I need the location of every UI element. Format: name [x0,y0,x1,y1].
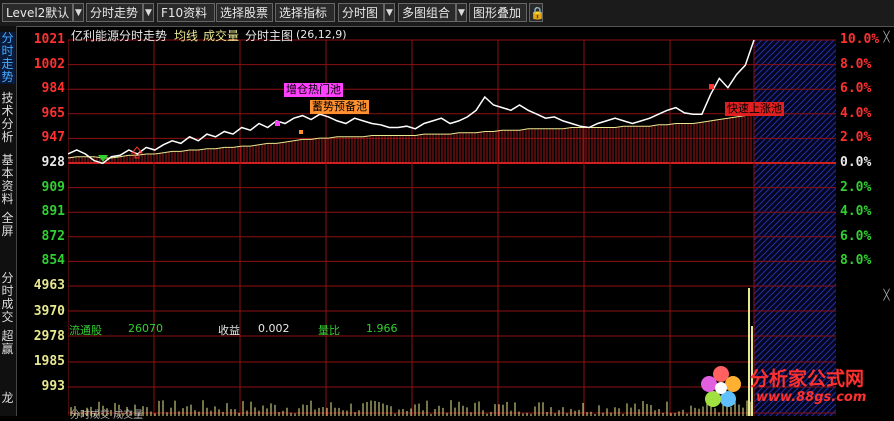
volume-tick: 4963 [33,278,65,293]
select-stock-button[interactable]: 选择股票 [216,3,273,22]
price-tick: 854 [41,253,65,268]
sidebar-tab-fullscreen[interactable]: 全屏 [0,212,15,238]
sidebar-tab-super[interactable]: 超赢 [0,330,15,356]
main-chart-params: (26,12,9) [296,28,347,41]
intraday-dropdown-arrow[interactable]: ▼ [143,3,154,22]
sidebar-tab-fundamental[interactable]: 基本资料 [0,154,15,206]
percent-tick-base: 0.0% [840,155,872,170]
percent-tick: 6.0% [840,229,872,244]
limit-pool-tag[interactable]: 快速上涨池 [725,102,784,116]
collapse-right-top-icon[interactable]: ╳ [879,32,894,44]
percent-tick: 4.0% [840,106,872,121]
toolbar: Level2默认 ▼ 分时走势 ▼ F10资料 选择股票 选择指标 分时图 ▼ … [0,0,894,27]
multi-chart-button[interactable]: 多图组合 [398,3,456,22]
percent-axis: 10.0% 8.0% 6.0% 4.0% 2.0% 0.0% 2.0% 4.0%… [836,26,894,286]
price-tick: 965 [41,106,65,121]
price-tick-base: 928 [41,155,65,170]
price-axis: 1021 1002 984 965 947 928 909 891 872 85… [16,26,68,416]
price-tick: 984 [41,81,65,96]
lock-icon[interactable]: 🔒 [529,3,545,22]
percent-tick: 2.0% [840,180,872,195]
eps-label: 收益 [218,324,240,337]
multi-dropdown-arrow[interactable]: ▼ [456,3,467,22]
price-tick: 891 [41,204,65,219]
intraday-trend-button[interactable]: 分时走势 [86,3,143,22]
percent-tick: 2.0% [840,130,872,145]
volume-tick: 2978 [33,329,65,344]
chart-dropdown-arrow[interactable]: ▼ [384,3,395,22]
collapse-right-bottom-icon[interactable]: ╳ [879,290,894,302]
level2-default-button[interactable]: Level2默认 [2,3,73,22]
reserve-pool-tag[interactable]: 蓄势预备池 [310,100,369,114]
volume-ratio-label: 量比 [318,324,340,337]
price-line [68,39,755,165]
volume-label: 成交量 [203,29,240,43]
reserve-pool-marker [299,130,303,134]
stock-title: 亿利能源分时走势 [71,29,168,43]
overlay-button[interactable]: 图形叠加 [469,3,527,22]
float-shares-label: 流通股 [69,324,102,337]
sidebar: 分时走势 技术分析 基本资料 全屏 分时成交 超赢 龙 [0,26,17,416]
sidebar-tab-trades[interactable]: 分时成交 [0,272,15,324]
watermark: 分析家公式网 www.88gs.com [694,356,894,416]
price-tick: 947 [41,130,65,145]
level2-dropdown-arrow[interactable]: ▼ [73,3,84,22]
volume-tick: 3970 [33,304,65,319]
main-chart-label: 分时主图 [245,29,294,43]
price-tick: 1021 [33,32,65,47]
price-tick: 909 [41,180,65,195]
percent-tick: 8.0% [840,57,872,72]
price-tick: 872 [41,229,65,244]
watermark-url: www.88gs.com [756,390,867,405]
price-fill-bars [69,112,752,162]
intraday-chart-button[interactable]: 分时图 [338,3,384,22]
hot-pool-tag[interactable]: 增仓热门池 [284,83,343,97]
flower-logo-icon [701,366,741,407]
volume-ratio-value: 1.966 [366,322,398,335]
limit-pool-marker [709,84,714,89]
sidebar-tab-intraday[interactable]: 分时走势 [0,32,15,84]
eps-value: 0.002 [258,322,290,335]
percent-tick: 10.0% [840,32,880,47]
percent-tick: 4.0% [840,204,872,219]
percent-tick: 6.0% [840,81,872,96]
percent-tick: 8.0% [840,253,872,268]
avg-line-label: 均线 [174,29,199,43]
price-tick: 1002 [33,57,65,72]
sidebar-tab-dragon[interactable]: 龙 [0,392,15,405]
sidebar-tab-technical[interactable]: 技术分析 [0,92,15,144]
select-indicator-button[interactable]: 选择指标 [275,3,335,22]
footer-label: 分时成交 成交量 [70,410,144,421]
average-line [68,112,755,159]
volume-tick: 993 [41,379,65,394]
f10-info-button[interactable]: F10资料 [157,3,215,22]
watermark-name: 分析家公式网 [750,368,865,390]
float-shares-value: 26070 [128,322,163,335]
volume-tick: 1985 [33,354,65,369]
hot-pool-marker [275,121,280,126]
